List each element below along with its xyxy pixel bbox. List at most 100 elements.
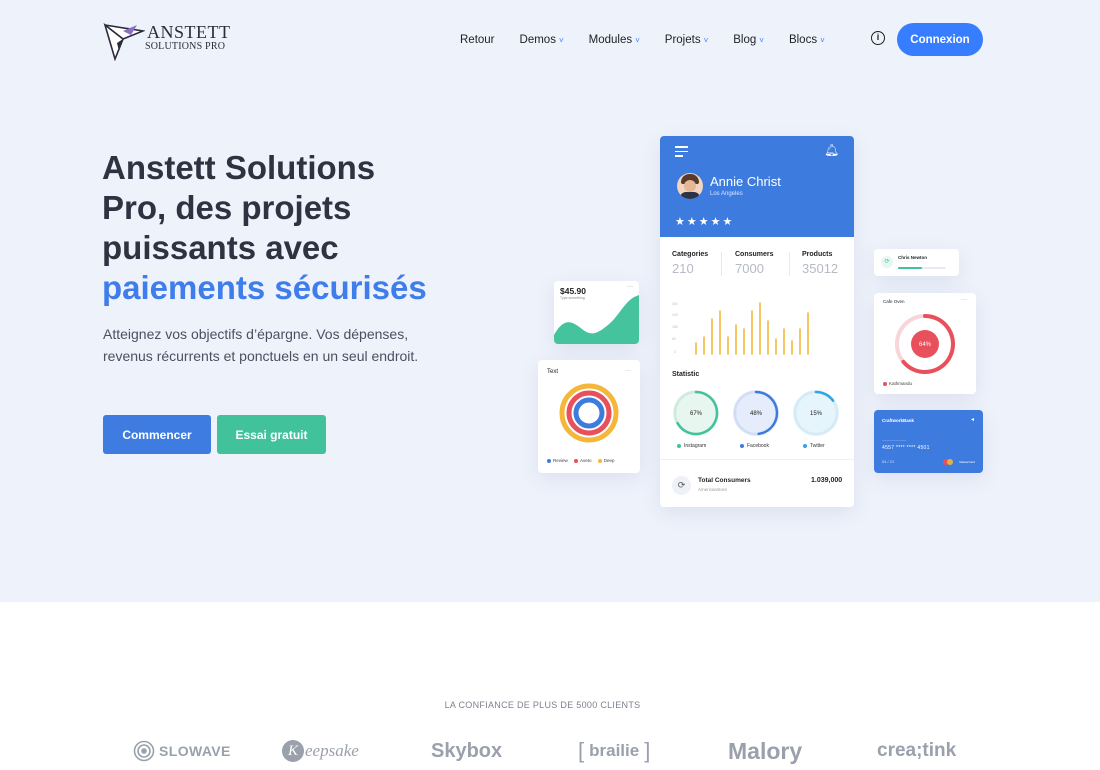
nav-item-projets[interactable]: Projets ˅	[665, 34, 708, 46]
nav-label: Retour	[460, 34, 495, 46]
bank-name: CraftworkBank	[882, 418, 915, 423]
legend-label: Facebook	[747, 443, 769, 449]
client-logo-text: crea;tink	[877, 740, 957, 761]
nav-item-blocs[interactable]: Blocs ˅	[789, 34, 825, 46]
profile-location: Los Angeles	[710, 191, 743, 197]
progress-card: ⟳ Chris Newton · · · · · · · · · · · ·	[874, 249, 959, 276]
gauge-card-title: Cafe Oven	[883, 299, 905, 304]
legend-label: Twitter	[810, 443, 825, 449]
bird-logo-icon	[103, 22, 145, 61]
info-icon[interactable]: i	[871, 31, 885, 45]
hero-title-line: Pro, des projets	[102, 189, 352, 226]
donut-legend-twitter: Twitter	[803, 443, 825, 449]
refresh-icon: ⟳	[672, 476, 691, 495]
brand-logo[interactable]: ANSTETT SOLUTIONS PRO	[103, 21, 253, 61]
nav-item-demos[interactable]: Demos ˅	[520, 34, 564, 46]
legend-dot	[574, 458, 579, 463]
text-card: Text ··· Review Aveto Deep	[538, 360, 640, 473]
stat-consumers: Consumers 7000	[735, 251, 774, 276]
donut-facebook: 48%	[733, 390, 779, 436]
donut-value: 15%	[810, 411, 823, 417]
gauge-card: Cafe Oven ··· 64% Kathmandu	[874, 293, 976, 394]
client-logo-text: eepsake	[305, 741, 359, 760]
more-icon: ···	[627, 284, 633, 290]
divider	[660, 459, 854, 460]
nav-label: Demos	[519, 34, 556, 46]
more-icon: ···	[625, 368, 631, 374]
nav-label: Modules	[588, 34, 633, 46]
free-trial-button[interactable]: Essai gratuit	[217, 415, 326, 454]
donut-value: 67%	[690, 411, 703, 417]
gauge-location: Kathmandu	[883, 381, 912, 386]
get-started-button[interactable]: Commencer	[103, 415, 211, 454]
refresh-icon: ⟳	[881, 256, 893, 268]
divider	[789, 252, 790, 276]
client-logo-text: SLOWAVE	[159, 743, 231, 759]
statistic-title: Statistic	[672, 371, 700, 378]
ring-legend: Review Aveto Deep	[547, 458, 620, 463]
chevron-down-icon: ˅	[635, 35, 640, 45]
legend-dot	[597, 458, 602, 463]
progress-bar	[898, 267, 946, 269]
client-logo-brailie: [ brailie ]	[578, 736, 650, 766]
client-logo-malory: Malory	[728, 736, 802, 766]
chevron-down-icon: ˅	[759, 35, 764, 45]
bank-card: CraftworkBank ◂ ———————— 4557 **** **** …	[874, 410, 983, 473]
stat-label: Categories	[672, 251, 709, 258]
stat-value: 7000	[735, 261, 764, 276]
main-nav: Retour Demos ˅ Modules ˅ Projets ˅ Blog ˅ Bl…	[460, 24, 850, 56]
legend-label: Deep	[603, 458, 615, 463]
hero-description: Atteignez vos objectifs d’épargne. Vos d…	[103, 326, 419, 364]
divider	[721, 252, 722, 276]
nav-item-retour[interactable]: Retour	[460, 34, 495, 46]
svg-text:0: 0	[674, 350, 676, 354]
legend-dot	[803, 443, 807, 448]
ring-chart-graphic	[559, 383, 619, 443]
brand-tagline: SOLUTIONS PRO	[145, 41, 226, 52]
hero-title-accent: paiements sécurisés	[102, 269, 427, 306]
hero-title-line: puissants avec	[102, 229, 339, 266]
total-consumers-value: 1.039,000	[811, 477, 843, 484]
stat-value: 35012	[802, 261, 839, 276]
hero-title-line: Anstett Solutions	[102, 149, 376, 186]
chevron-down-icon: ˅	[558, 35, 564, 45]
nav-item-modules[interactable]: Modules ˅	[589, 34, 640, 46]
gauge-graphic: 64%	[895, 314, 955, 374]
stat-label: Consumers	[735, 251, 774, 258]
client-logo-text: Skybox	[431, 739, 503, 762]
target-icon	[133, 740, 155, 762]
donut-instagram: 67%	[673, 390, 719, 436]
client-logo-skybox: Skybox	[431, 736, 502, 766]
bracket-icon: [	[578, 738, 585, 763]
total-consumers-label: Total Consumers	[698, 477, 751, 484]
phone-mockup: 🔔︎ Annie Christ Los Angeles ★★★★★ Catego…	[660, 136, 854, 507]
text-card-title: Text	[547, 369, 559, 375]
nav-label: Blocs	[788, 34, 818, 46]
nav-label: Projets	[664, 34, 701, 46]
client-logo-keepsake: K eepsake	[282, 736, 359, 766]
wifi-icon: ◂	[970, 417, 974, 423]
nav-item-blog[interactable]: Blog ˅	[733, 34, 764, 46]
svg-text:300: 300	[672, 302, 678, 306]
location-label: Kathmandu	[889, 381, 913, 386]
clients-heading: LA CONFIANCE DE PLUS DE 5000 CLIENTS	[444, 700, 641, 710]
donut-twitter: 15%	[793, 390, 839, 436]
legend-label: Aveto	[580, 458, 592, 463]
legend-label: Review	[553, 458, 568, 463]
nav-label: Blog	[733, 34, 757, 46]
avatar	[677, 173, 703, 199]
chevron-down-icon: ˅	[703, 35, 709, 45]
card-number: 4557 **** **** 4501	[882, 445, 930, 451]
area-chart-graphic	[554, 295, 639, 344]
profile-name: Annie Christ	[710, 174, 781, 189]
stat-products: Products 35012	[802, 251, 838, 276]
mastercard-icon	[943, 459, 953, 465]
login-button[interactable]: Connexion	[897, 23, 983, 56]
legend-dot	[740, 443, 744, 448]
bracket-icon: ]	[644, 738, 651, 763]
keepsake-k-icon: K	[282, 740, 304, 762]
gauge-value: 64%	[919, 342, 932, 348]
svg-text:60: 60	[672, 337, 676, 341]
legend-label: Instagram	[684, 443, 707, 449]
donut-legend-instagram: Instagram	[677, 443, 706, 449]
